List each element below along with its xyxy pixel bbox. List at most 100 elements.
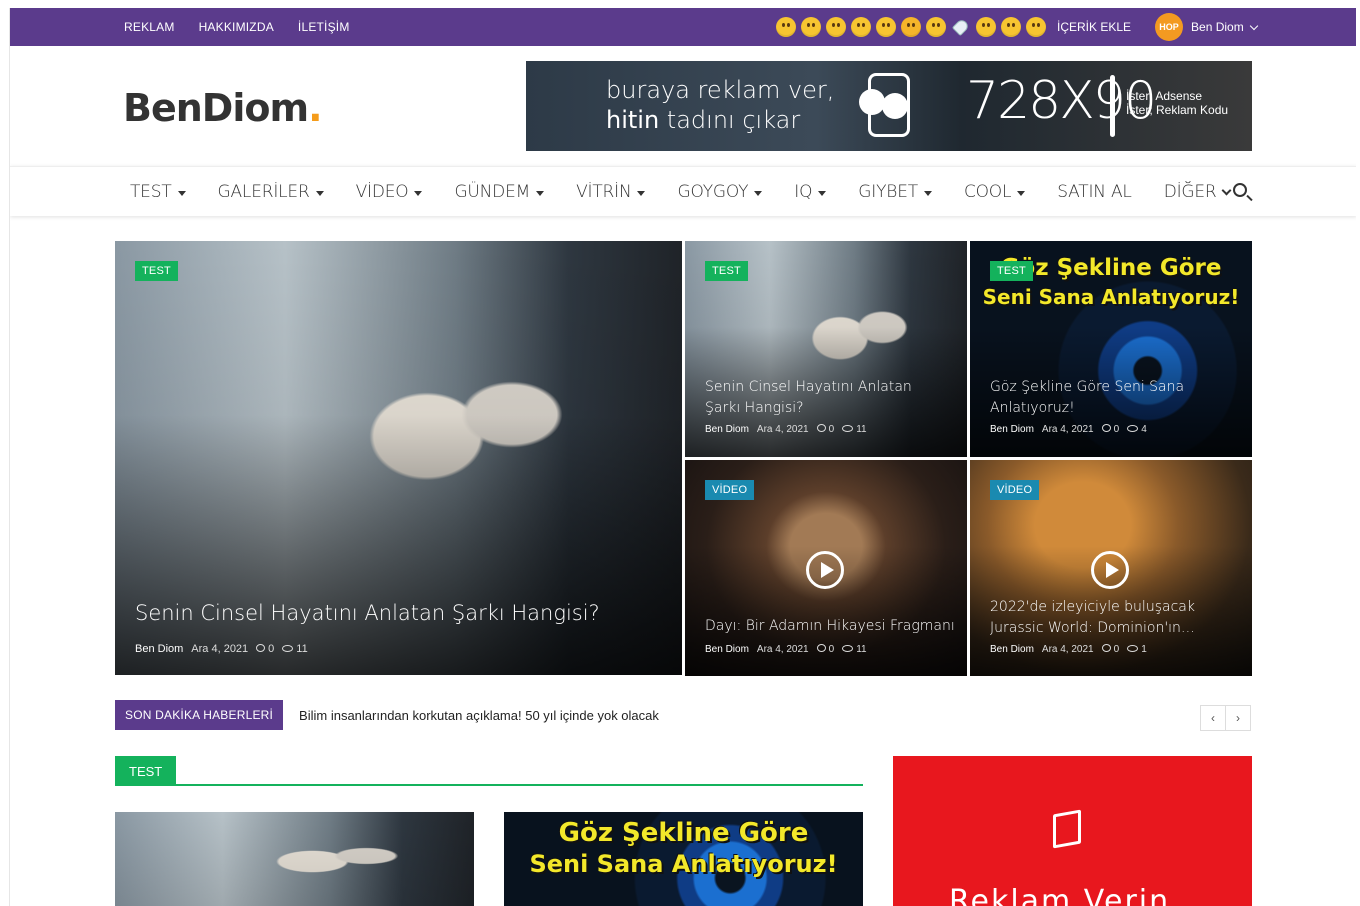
nav-item-giybet[interactable]: GIYBET bbox=[858, 182, 932, 202]
comments-count: 0 bbox=[256, 643, 274, 655]
featured-tile[interactable]: VİDEO Dayı: Bir Adamın Hikayesi Fragmanı… bbox=[685, 460, 967, 676]
flushed-face-icon[interactable] bbox=[1001, 17, 1021, 37]
post-author[interactable]: Ben Diom bbox=[705, 644, 749, 655]
add-content-link[interactable]: İÇERİK EKLE bbox=[1057, 20, 1131, 34]
post-title[interactable]: Göz Şekline Göre Seni Sana Anlatıyoruz! bbox=[990, 377, 1230, 419]
caret-down-icon bbox=[177, 190, 186, 196]
comments-value: 0 bbox=[828, 644, 835, 655]
breaking-label: SON DAKİKA HABERLERİ bbox=[115, 700, 284, 730]
post-meta: Ben Diom Ara 4, 2021 0 11 bbox=[705, 424, 867, 435]
ad-line2-bold: hitin bbox=[606, 106, 660, 134]
neutral-face-icon[interactable] bbox=[826, 17, 846, 37]
laughing-face-icon[interactable] bbox=[976, 17, 996, 37]
play-icon[interactable] bbox=[1091, 551, 1129, 589]
caret-down-icon bbox=[818, 190, 827, 196]
nav-item-iq[interactable]: IQ bbox=[794, 182, 827, 202]
views-value: 4 bbox=[1141, 424, 1147, 435]
category-badge[interactable]: TEST bbox=[135, 261, 178, 281]
post-title[interactable]: Senin Cinsel Hayatını Anlatan Şarkı Hang… bbox=[705, 377, 945, 419]
nav-item-goygoy[interactable]: GOYGOY bbox=[677, 182, 763, 202]
ad-line1: buraya reklam ver, bbox=[606, 76, 835, 104]
eye-icon bbox=[1127, 645, 1139, 652]
category-badge[interactable]: TEST bbox=[705, 261, 748, 281]
nav-item-vitrin[interactable]: VİTRİN bbox=[576, 182, 646, 202]
comment-icon bbox=[1101, 424, 1111, 432]
prev-button[interactable]: ‹ bbox=[1200, 705, 1226, 731]
post-card[interactable]: Göz Şekline Göre Seni Sana Anlatıyoruz! bbox=[504, 812, 863, 906]
nav-item-galeriler[interactable]: GALERİLER bbox=[218, 182, 324, 202]
nav-label: DİĞER bbox=[1163, 182, 1217, 202]
views-count: 11 bbox=[282, 643, 308, 655]
featured-tile[interactable]: VİDEO 2022'de izleyiciyle buluşacak Jura… bbox=[970, 460, 1252, 676]
face-icon bbox=[859, 89, 885, 115]
side-ad-text: Reklam Verin bbox=[949, 884, 1171, 906]
rocket-icon[interactable] bbox=[951, 17, 971, 37]
nav-item-cool[interactable]: COOL bbox=[964, 182, 1026, 202]
top-link-iletisim[interactable]: İLETİŞİM bbox=[298, 20, 350, 34]
post-title[interactable]: Dayı: Bir Adamın Hikayesi Fragmanı bbox=[705, 618, 955, 634]
sunglasses-face-icon[interactable] bbox=[1026, 17, 1046, 37]
star-struck-icon[interactable] bbox=[801, 17, 821, 37]
comment-icon bbox=[1101, 644, 1111, 652]
ad-opt2: İster; Reklam Kodu bbox=[1126, 103, 1229, 117]
site-logo[interactable]: BenDiom. bbox=[123, 86, 323, 130]
ad-banner[interactable]: buraya reklam ver, hitin tadını çıkar 72… bbox=[526, 61, 1252, 151]
caret-down-icon bbox=[923, 190, 932, 196]
post-date: Ara 4, 2021 bbox=[191, 643, 249, 655]
section-label[interactable]: TEST bbox=[115, 756, 177, 786]
category-badge[interactable]: VİDEO bbox=[990, 480, 1040, 500]
logo-text: BenDiom bbox=[123, 86, 309, 130]
top-link-reklam[interactable]: REKLAM bbox=[124, 20, 175, 34]
caret-down-icon bbox=[536, 190, 545, 196]
logo-dot: . bbox=[308, 86, 322, 130]
category-badge[interactable]: VİDEO bbox=[705, 480, 755, 500]
comments-count: 0 bbox=[816, 644, 835, 655]
post-author[interactable]: Ben Diom bbox=[990, 424, 1034, 435]
megaphone-icon bbox=[1053, 809, 1081, 849]
caret-down-icon bbox=[315, 190, 324, 196]
nav-label: VİDEO bbox=[355, 182, 409, 202]
monocle-face-icon[interactable] bbox=[926, 17, 946, 37]
avatar[interactable]: HOP bbox=[1155, 13, 1184, 41]
breaking-headline[interactable]: Bilim insanlarından korkutan açıklama! 5… bbox=[299, 708, 659, 723]
post-author[interactable]: Ben Diom bbox=[990, 644, 1034, 655]
nav-item-gundem[interactable]: GÜNDEM bbox=[454, 182, 545, 202]
next-button[interactable]: › bbox=[1225, 705, 1251, 731]
user-menu[interactable]: Ben Diom bbox=[1191, 20, 1258, 34]
crying-face-icon[interactable] bbox=[776, 17, 796, 37]
heart-eyes-icon[interactable] bbox=[901, 17, 921, 37]
nav-item-diger[interactable]: DİĞER bbox=[1163, 182, 1231, 202]
featured-tile[interactable]: TEST Senin Cinsel Hayatını Anlatan Şarkı… bbox=[685, 241, 967, 457]
category-badge[interactable]: TEST bbox=[990, 261, 1033, 281]
face-icon bbox=[882, 93, 908, 119]
play-icon[interactable] bbox=[806, 551, 844, 589]
nav-item-satin-al[interactable]: SATIN AL bbox=[1057, 182, 1132, 202]
ad-divider bbox=[1110, 75, 1115, 137]
hushed-face-icon[interactable] bbox=[876, 17, 896, 37]
comments-value: 0 bbox=[828, 424, 835, 435]
nav-item-video[interactable]: VİDEO bbox=[356, 182, 423, 202]
featured-main[interactable]: TEST Senin Cinsel Hayatını Anlatan Şarkı… bbox=[115, 241, 682, 675]
post-date: Ara 4, 2021 bbox=[756, 424, 809, 435]
username: Ben Diom bbox=[1191, 20, 1244, 34]
breaking-nav: ‹ › bbox=[1200, 705, 1251, 731]
caret-down-icon bbox=[754, 190, 763, 196]
chevron-down-icon bbox=[1249, 21, 1258, 30]
image-overlay-text: Göz Şekline Göre bbox=[558, 818, 809, 848]
post-title[interactable]: Senin Cinsel Hayatını Anlatan Şarkı Hang… bbox=[135, 601, 600, 625]
post-card[interactable] bbox=[115, 812, 474, 906]
post-author[interactable]: Ben Diom bbox=[135, 643, 183, 655]
featured-tile[interactable]: Göz Şekline Göre Seni Sana Anlatıyoruz! … bbox=[970, 241, 1252, 457]
blushing-face-icon[interactable] bbox=[851, 17, 871, 37]
top-link-hakkimizda[interactable]: HAKKIMIZDA bbox=[199, 20, 274, 34]
nav-list: TEST GALERİLER VİDEO GÜNDEM VİTRİN GOYGO… bbox=[130, 167, 1262, 217]
views-value: 1 bbox=[1141, 644, 1147, 655]
post-author[interactable]: Ben Diom bbox=[705, 424, 749, 435]
post-date: Ara 4, 2021 bbox=[1041, 644, 1094, 655]
search-icon[interactable] bbox=[1233, 183, 1247, 197]
side-ad[interactable]: Reklam Verin bbox=[893, 756, 1252, 906]
post-meta: Ben Diom Ara 4, 2021 0 11 bbox=[135, 643, 308, 655]
post-title[interactable]: 2022'de izleyiciyle buluşacak Jurassic W… bbox=[990, 597, 1235, 639]
nav-item-test[interactable]: TEST bbox=[130, 182, 186, 202]
ad-line2: hitin tadını çıkar bbox=[606, 105, 834, 135]
